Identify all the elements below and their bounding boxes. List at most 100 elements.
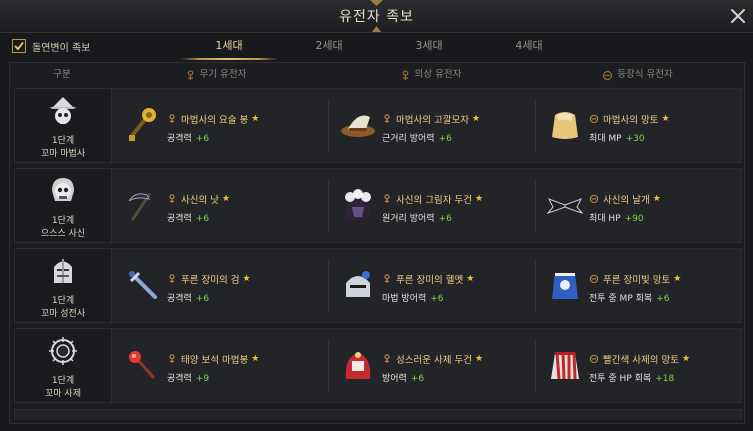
stat-value: +6 bbox=[438, 134, 452, 144]
star-icon: ★ bbox=[221, 194, 231, 204]
gene-marker-alt-icon bbox=[589, 114, 599, 124]
class-stage: 1단계 bbox=[51, 296, 75, 306]
class-stage: 1단계 bbox=[51, 376, 75, 386]
stat-label: 최대 MP bbox=[589, 134, 622, 144]
stat-label: 원거리 방어력 bbox=[382, 214, 435, 224]
close-icon[interactable] bbox=[728, 6, 748, 26]
costume-gene[interactable]: 푸른 장미의 헬멧 ★ 마법 방어력 +6 bbox=[330, 249, 541, 322]
gene-marker-icon bbox=[169, 354, 175, 364]
table-row: 1단계 으스스 사신 사신의 낫 ★ 공격력 +6 사신의 그림자 두건 ★ 원… bbox=[14, 168, 742, 243]
helmet-icon bbox=[346, 271, 370, 297]
header-accessory: 등장식 유전자 bbox=[532, 63, 743, 87]
weapon-gene[interactable]: 푸른 장미의 검 ★ 공격력 +6 bbox=[115, 249, 326, 322]
gene-stat: 최대 MP +30 bbox=[589, 131, 645, 144]
scythe-icon bbox=[128, 193, 151, 221]
table-row-partial bbox=[14, 409, 742, 420]
class-name: 꼬마 성전사 bbox=[40, 309, 86, 319]
divider bbox=[535, 99, 536, 152]
header-accessory-label: 등장식 유전자 bbox=[617, 69, 673, 80]
gene-table: 구분 무기 유전자 의상 유전자 등장식 유전자 1단계 꼬마 마법사 마법사의… bbox=[9, 62, 745, 424]
divider bbox=[328, 259, 329, 312]
checkbox-box[interactable] bbox=[12, 39, 26, 53]
gene-marker-icon bbox=[384, 354, 390, 364]
accessory-gene[interactable]: 빨간색 사제의 망토 ★ 전투 중 HP 회복 +18 bbox=[537, 329, 748, 402]
star-icon: ★ bbox=[466, 274, 475, 284]
gene-stat: 근거리 방어력 +6 bbox=[382, 131, 452, 144]
tab-generation-1[interactable]: 1세대 bbox=[180, 34, 278, 60]
gene-stat: 공격력 +6 bbox=[167, 211, 209, 224]
gene-name-row: 성스러운 사제 두건 ★ bbox=[382, 353, 483, 366]
accessory-gene[interactable]: 푸른 장미빛 망토 ★ 전투 중 MP 회복 +6 bbox=[537, 249, 748, 322]
divider bbox=[328, 99, 329, 152]
tab-generation-4[interactable]: 4세대 bbox=[480, 34, 578, 58]
blue-cape-icon bbox=[552, 273, 578, 299]
header-class: 구분 bbox=[14, 63, 110, 87]
weapon-gene[interactable]: 태양 보석 마법봉 ★ 공격력 +9 bbox=[115, 329, 326, 402]
stat-value: +90 bbox=[624, 214, 644, 224]
magic-wand-icon bbox=[129, 108, 156, 141]
star-icon: ★ bbox=[251, 114, 260, 124]
class-cell: 1단계 꼬마 성전사 bbox=[15, 249, 112, 322]
star-icon: ★ bbox=[251, 354, 260, 364]
stat-value: +6 bbox=[195, 134, 210, 144]
sun-staff-icon bbox=[129, 351, 155, 379]
title-ornament-bottom-icon bbox=[372, 26, 381, 32]
costume-gene[interactable]: 사신의 그림자 두건 ★ 원거리 방어력 +6 bbox=[330, 169, 541, 242]
class-stage: 1단계 bbox=[51, 216, 75, 226]
gene-marker-alt-icon bbox=[589, 274, 599, 284]
gene-name: 마법사의 요술 봉 bbox=[181, 115, 249, 126]
class-cell: 1단계 꼬마 마법사 bbox=[15, 89, 112, 162]
mutation-filter-label: 돌연변이 족보 bbox=[32, 42, 91, 54]
gene-stat: 전투 중 HP 회복 +18 bbox=[589, 371, 674, 384]
gene-marker-icon bbox=[384, 274, 390, 284]
tab-generation-2[interactable]: 2세대 bbox=[280, 34, 378, 58]
witch-skull-icon bbox=[50, 97, 76, 124]
weapon-gene[interactable]: 사신의 낫 ★ 공격력 +6 bbox=[115, 169, 326, 242]
header-class-label: 구분 bbox=[53, 69, 71, 80]
gene-stat: 공격력 +6 bbox=[167, 131, 209, 144]
star-icon: ★ bbox=[652, 194, 661, 204]
stat-value: +9 bbox=[195, 374, 210, 384]
accessory-gene[interactable]: 사신의 날개 ★ 최대 HP +90 bbox=[537, 169, 748, 242]
gene-name-row: 사신의 그림자 두건 ★ bbox=[382, 193, 483, 206]
table-header: 구분 무기 유전자 의상 유전자 등장식 유전자 bbox=[10, 63, 744, 87]
shadow-hood-icon bbox=[345, 189, 371, 219]
gene-name-row: 마법사의 망토 ★ bbox=[589, 113, 670, 126]
stat-value: +6 bbox=[410, 374, 425, 384]
mutation-filter-checkbox[interactable]: 돌연변이 족보 bbox=[12, 38, 90, 54]
table-row: 1단계 꼬마 마법사 마법사의 요술 봉 ★ 공격력 +6 마법사의 고깔모자 … bbox=[14, 88, 742, 163]
stat-label: 전투 중 HP 회복 bbox=[589, 374, 652, 384]
weapon-gene[interactable]: 마법사의 요술 봉 ★ 공격력 +6 bbox=[115, 89, 326, 162]
stat-value: +6 bbox=[430, 294, 444, 304]
gene-name-row: 마법사의 요술 봉 ★ bbox=[167, 113, 260, 126]
star-icon: ★ bbox=[661, 114, 670, 124]
generation-tabs: 1세대 2세대 3세대 4세대 bbox=[180, 34, 580, 60]
stat-value: +18 bbox=[655, 374, 675, 384]
window-title: 유전자 족보 bbox=[339, 9, 414, 25]
costume-gene[interactable]: 마법사의 고깔모자 ★ 근거리 방어력 +6 bbox=[330, 89, 541, 162]
accessory-gene[interactable]: 마법사의 망토 ★ 최대 MP +30 bbox=[537, 89, 748, 162]
gene-name-row: 태양 보석 마법봉 ★ bbox=[167, 353, 260, 366]
gene-name-row: 빨간색 사제의 망토 ★ bbox=[589, 353, 690, 366]
star-icon: ★ bbox=[242, 274, 251, 284]
reaper-skull-icon bbox=[52, 178, 74, 201]
gene-stat: 원거리 방어력 +6 bbox=[382, 211, 452, 224]
gene-name: 빨간색 사제의 망토 bbox=[603, 355, 679, 366]
gene-marker-icon bbox=[402, 69, 408, 80]
gene-name: 푸른 장미의 헬멧 bbox=[396, 275, 464, 286]
sword-icon bbox=[129, 271, 157, 299]
table-row: 1단계 꼬마 사제 태양 보석 마법봉 ★ 공격력 +9 성스러운 사제 두건 … bbox=[14, 328, 742, 403]
gene-marker-icon bbox=[169, 114, 175, 124]
stat-label: 전투 중 MP 회복 bbox=[589, 294, 653, 304]
stat-value: +6 bbox=[195, 294, 210, 304]
red-cape-icon bbox=[551, 352, 579, 380]
costume-gene[interactable]: 성스러운 사제 두건 ★ 방어력 +6 bbox=[330, 329, 541, 402]
tab-generation-3[interactable]: 3세대 bbox=[380, 34, 478, 58]
stat-value: +30 bbox=[625, 134, 645, 144]
priest-emblem-icon bbox=[49, 337, 77, 365]
header-weapon-label: 무기 유전자 bbox=[199, 69, 247, 80]
stat-label: 공격력 bbox=[167, 214, 192, 224]
gene-stat: 전투 중 MP 회복 +6 bbox=[589, 291, 669, 304]
gene-name: 마법사의 망토 bbox=[603, 115, 659, 126]
class-cell: 1단계 으스스 사신 bbox=[15, 169, 112, 242]
